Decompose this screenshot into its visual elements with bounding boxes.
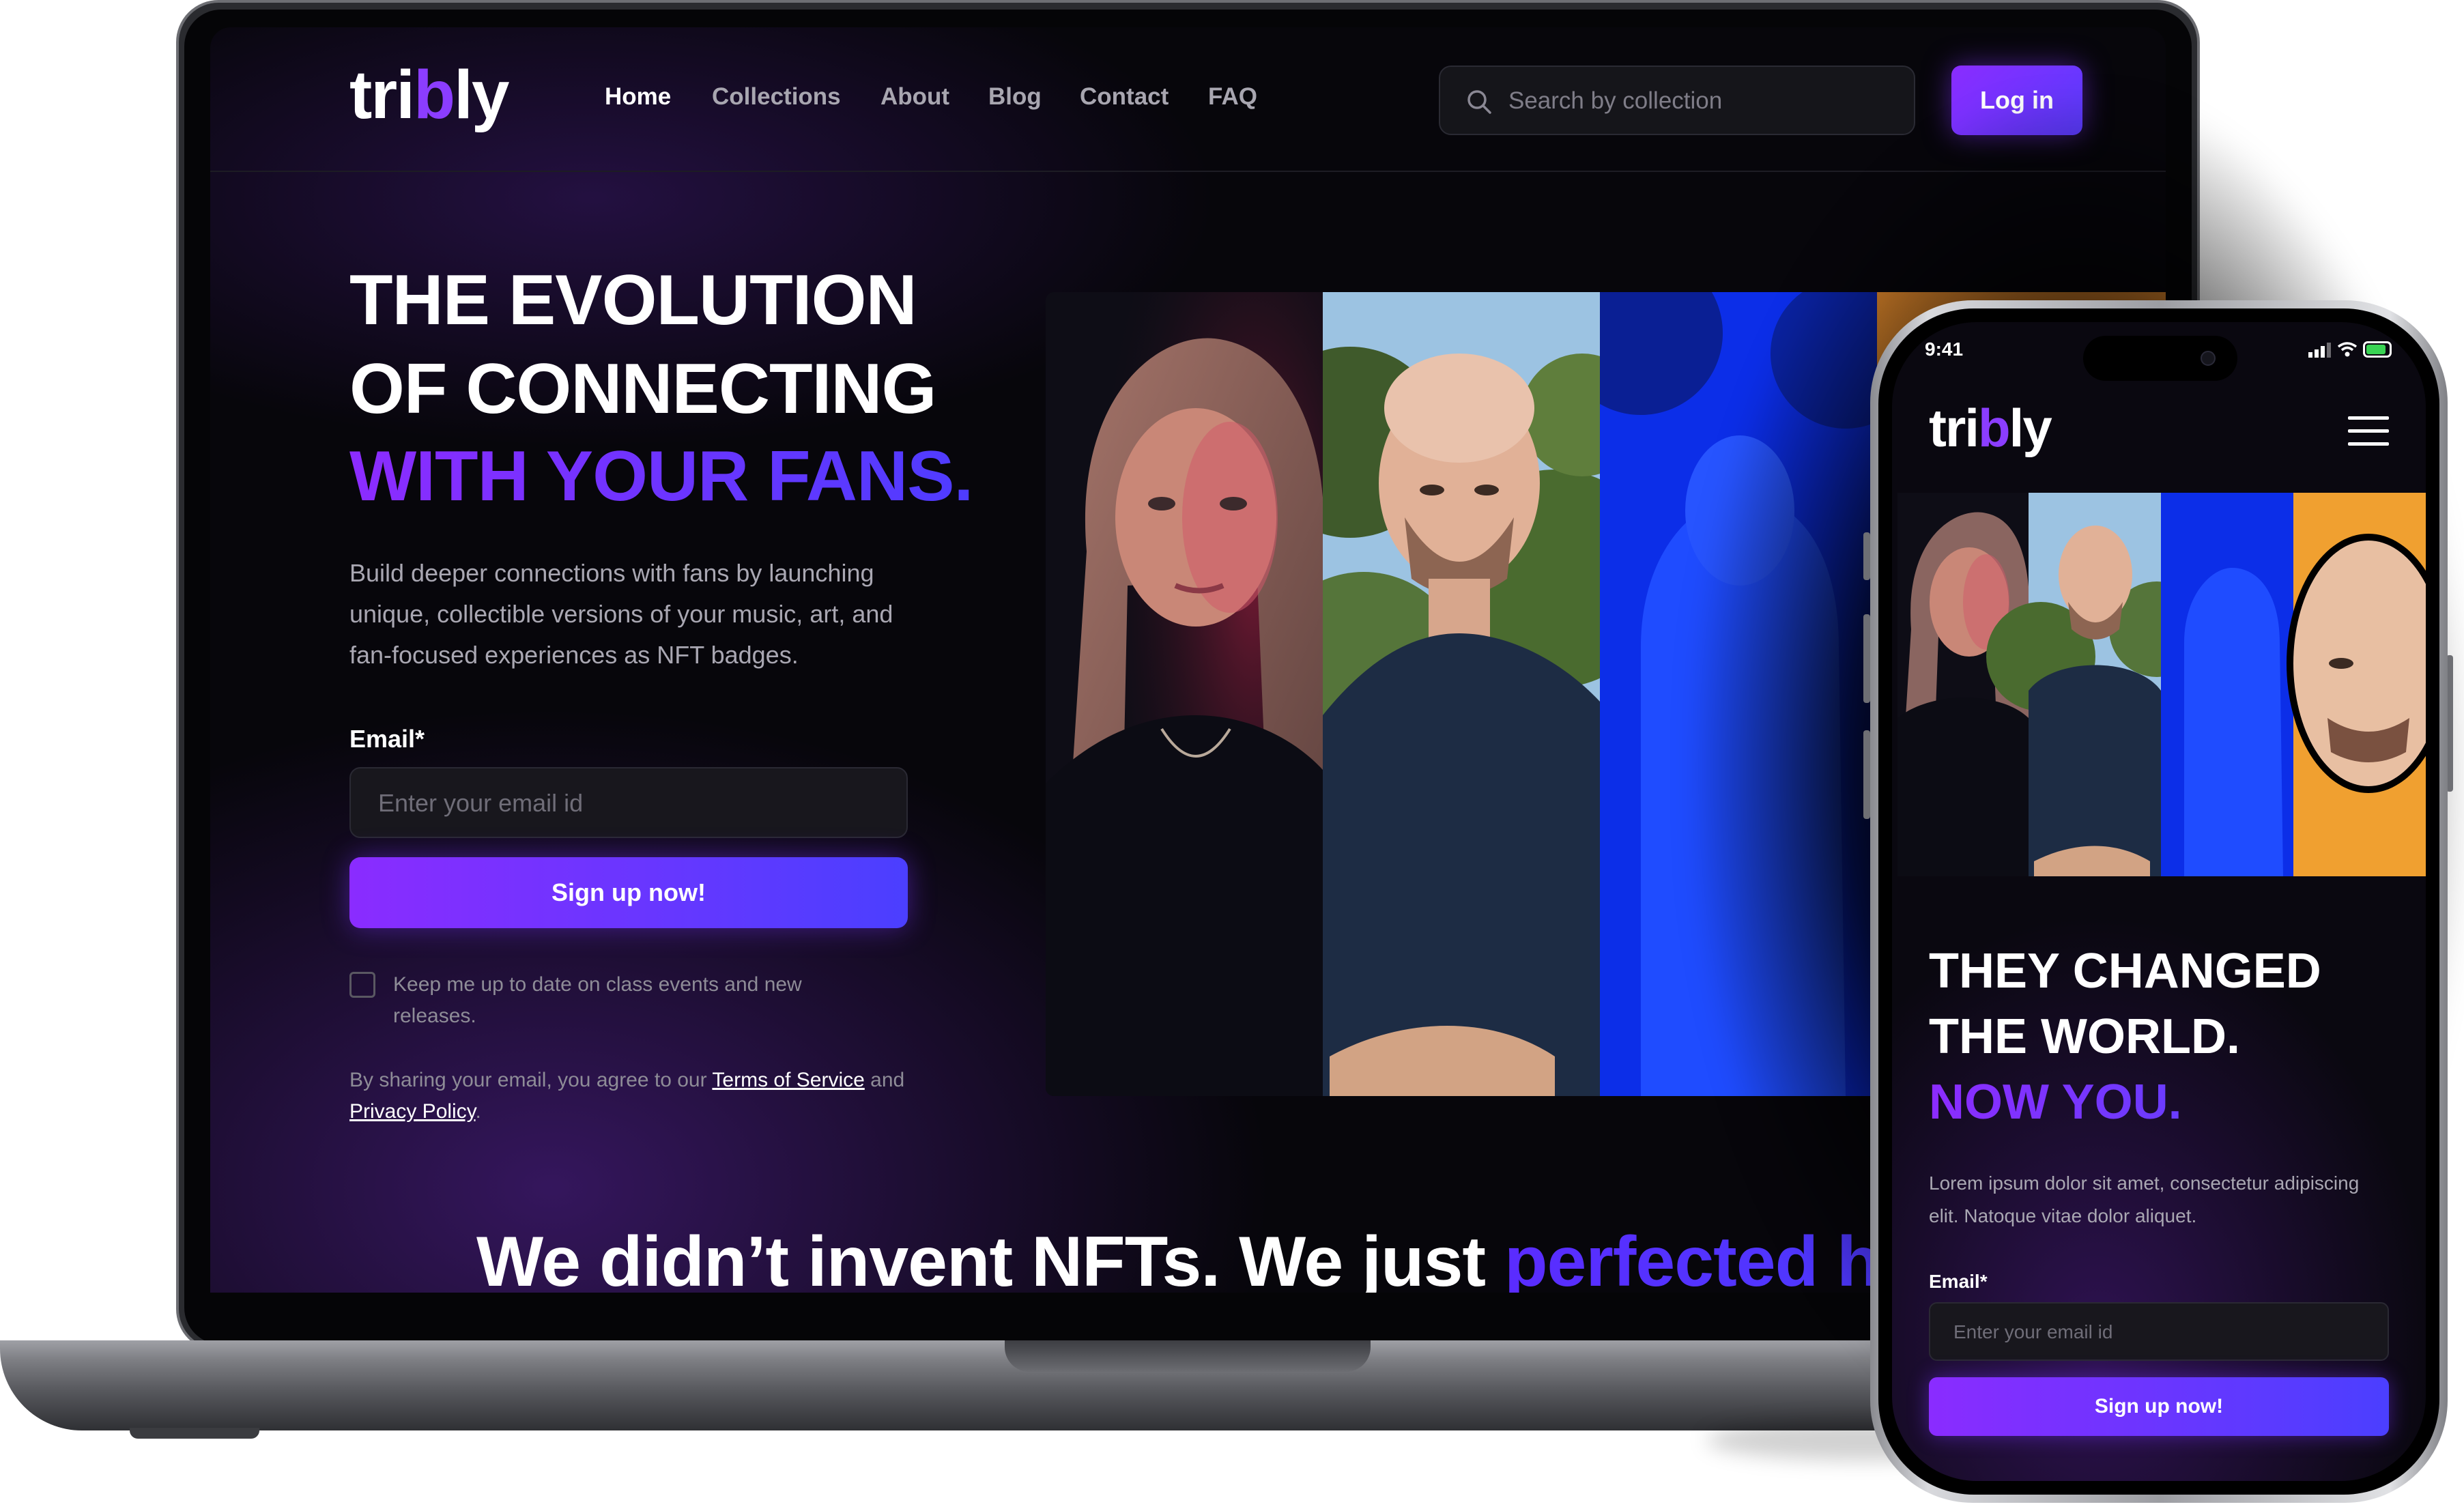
brand-logo[interactable]: tribly bbox=[349, 57, 510, 133]
phone-volume-up bbox=[1863, 614, 1870, 703]
battery-icon bbox=[2363, 341, 2392, 358]
hero-title-line-3: WITH YOUR FANS. bbox=[349, 437, 973, 516]
menu-icon[interactable] bbox=[2348, 415, 2389, 448]
email-field[interactable]: Enter your email id bbox=[349, 767, 908, 838]
wifi-icon bbox=[2337, 342, 2358, 357]
camera-icon bbox=[2201, 351, 2216, 366]
mobile-email-field[interactable]: Enter your email id bbox=[1929, 1302, 2389, 1361]
signal-icon bbox=[2308, 343, 2331, 358]
battery-level bbox=[2366, 345, 2386, 354]
search-icon bbox=[1467, 90, 1491, 114]
laptop-foot bbox=[130, 1428, 259, 1439]
logo-prefix: tri bbox=[349, 57, 415, 133]
logo-suffix: ly bbox=[2009, 398, 2052, 458]
nav-link-contact[interactable]: Contact bbox=[1080, 83, 1169, 111]
search-placeholder: Search by collection bbox=[1508, 87, 1723, 114]
nav-link-home[interactable]: Home bbox=[605, 83, 671, 111]
legal-prefix: By sharing your email, you agree to our bbox=[349, 1069, 713, 1091]
mobile-hero-title-line-2: THE WORLD. bbox=[1929, 1009, 2240, 1064]
keep-updated-label: Keep me up to date on class events and n… bbox=[393, 973, 802, 1027]
mobile-brand-logo[interactable]: tribly bbox=[1929, 397, 2052, 459]
logo-highlight: b bbox=[1978, 398, 2011, 458]
dynamic-island bbox=[2083, 336, 2237, 381]
hero-title-line-2: OF CONNECTING bbox=[349, 349, 936, 429]
mobile-hero-collage bbox=[1897, 493, 2426, 876]
nav-link-collections[interactable]: Collections bbox=[712, 83, 841, 111]
nav-link-blog[interactable]: Blog bbox=[988, 83, 1042, 111]
logo-prefix: tri bbox=[1929, 398, 1979, 458]
mobile-hero-description: Lorem ipsum dolor sit amet, consectetur … bbox=[1929, 1172, 2360, 1226]
mobile-email-placeholder: Enter your email id bbox=[1953, 1321, 2113, 1342]
hero-title-line-1: THE EVOLUTION bbox=[349, 261, 917, 340]
email-label: Email* bbox=[349, 725, 425, 753]
signup-button[interactable]: Sign up now! bbox=[349, 857, 908, 928]
phone-volume-down bbox=[1863, 730, 1870, 819]
nav-link-faq[interactable]: FAQ bbox=[1208, 83, 1257, 111]
legal-notice: By sharing your email, you agree to our … bbox=[349, 1065, 964, 1127]
keep-updated-checkbox[interactable] bbox=[349, 972, 375, 998]
logo-highlight: b bbox=[414, 57, 455, 133]
privacy-link[interactable]: Privacy Policy bbox=[349, 1100, 475, 1123]
mobile-signup-button[interactable]: Sign up now! bbox=[1929, 1377, 2389, 1436]
email-placeholder: Enter your email id bbox=[378, 789, 584, 817]
laptop-opening-notch bbox=[1005, 1340, 1371, 1372]
legal-and: and bbox=[864, 1069, 905, 1091]
phone-screen: 9:41 tribly THEY CHANGED THE WORLD. NOW … bbox=[1892, 322, 2426, 1481]
nav-link-about[interactable]: About bbox=[880, 83, 949, 111]
legal-end: . bbox=[475, 1100, 481, 1123]
hero-photo-woman bbox=[1046, 292, 1323, 1096]
hero-description: Build deeper connections with fans by la… bbox=[349, 559, 893, 669]
hero-photo-man bbox=[1323, 292, 1600, 1096]
tagline-plain: We didn’t invent NFTs. We just bbox=[476, 1222, 1504, 1293]
logo-suffix: ly bbox=[454, 57, 509, 133]
status-time: 9:41 bbox=[1925, 339, 1964, 360]
mobile-hero-title-line-3: NOW YOU. bbox=[1929, 1071, 2182, 1133]
terms-link[interactable]: Terms of Service bbox=[712, 1069, 864, 1091]
mobile-hero-title-line-1: THEY CHANGED bbox=[1929, 944, 2321, 998]
phone-side-button bbox=[1863, 532, 1870, 580]
mobile-email-label: Email* bbox=[1929, 1271, 1988, 1292]
